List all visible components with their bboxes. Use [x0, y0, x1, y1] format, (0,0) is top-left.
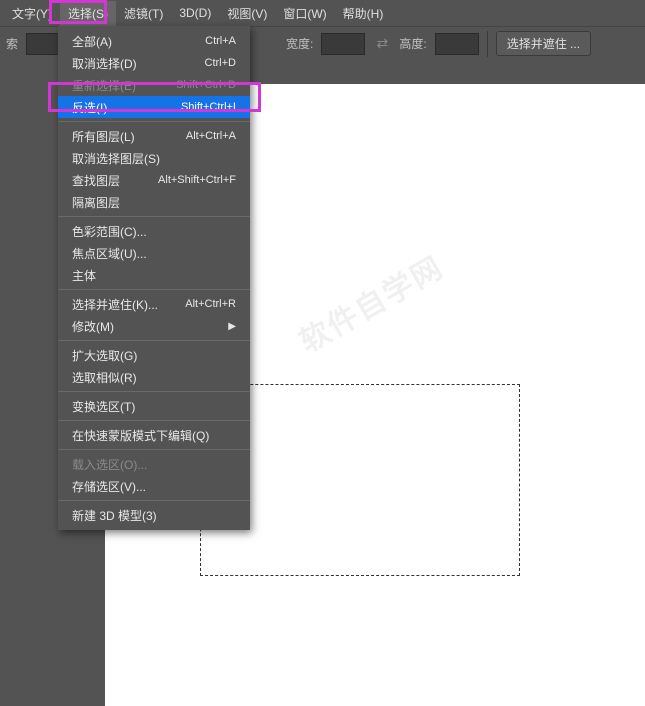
- menu-item: 重新选择(E) Shift+Ctrl+D: [58, 74, 250, 96]
- menu-item-shortcut: Ctrl+A: [205, 35, 236, 47]
- menu-item-label: 在快速蒙版模式下编辑(Q): [72, 427, 209, 444]
- menu-separator: [58, 340, 250, 341]
- menu-item-label: 反选(I): [72, 99, 107, 116]
- menu-item-label: 全部(A): [72, 33, 112, 50]
- height-input[interactable]: [435, 33, 479, 55]
- menu-filter[interactable]: 滤镜(T): [116, 1, 171, 26]
- menu-separator: [58, 449, 250, 450]
- menu-item-label: 焦点区域(U)...: [72, 245, 147, 262]
- menu-item-label: 色彩范围(C)...: [72, 223, 147, 240]
- select-and-mask-button[interactable]: 选择并遮住 ...: [496, 31, 591, 56]
- menu-item[interactable]: 扩大选取(G): [58, 344, 250, 366]
- menu-item: 载入选区(O)...: [58, 453, 250, 475]
- menu-item[interactable]: 取消选择(D) Ctrl+D: [58, 52, 250, 74]
- menu-item-label: 隔离图层: [72, 194, 120, 211]
- menu-item-shortcut: Alt+Shift+Ctrl+F: [158, 174, 236, 186]
- select-menu-dropdown: 全部(A) Ctrl+A 取消选择(D) Ctrl+D 重新选择(E) Shift+Ctr…: [58, 26, 250, 530]
- menu-help[interactable]: 帮助(H): [335, 1, 392, 26]
- menu-item[interactable]: 选择并遮住(K)... Alt+Ctrl+R: [58, 293, 250, 315]
- menu-separator: [58, 391, 250, 392]
- menu-item-label: 新建 3D 模型(3): [72, 507, 157, 524]
- menu-item[interactable]: 存储选区(V)...: [58, 475, 250, 497]
- menu-item-shortcut: Ctrl+D: [205, 57, 236, 69]
- menu-item-label: 变换选区(T): [72, 398, 135, 415]
- menu-3d[interactable]: 3D(D): [171, 2, 219, 24]
- menu-separator: [58, 420, 250, 421]
- menu-item-shortcut: Shift+Ctrl+D: [176, 79, 236, 91]
- menu-item[interactable]: 隔离图层: [58, 191, 250, 213]
- menu-item[interactable]: 取消选择图层(S): [58, 147, 250, 169]
- menu-item[interactable]: 在快速蒙版模式下编辑(Q): [58, 424, 250, 446]
- menu-item-shortcut: Alt+Ctrl+R: [185, 298, 236, 310]
- menu-item[interactable]: 选取相似(R): [58, 366, 250, 388]
- menu-separator: [58, 121, 250, 122]
- menu-item-label: 修改(M): [72, 318, 114, 335]
- width-label: 宽度:: [286, 35, 313, 52]
- swap-icon[interactable]: ⇄: [373, 35, 391, 52]
- menu-item[interactable]: 查找图层 Alt+Shift+Ctrl+F: [58, 169, 250, 191]
- menu-text[interactable]: 文字(Y): [4, 1, 60, 26]
- menu-item-label: 载入选区(O)...: [72, 456, 147, 473]
- menu-item[interactable]: 全部(A) Ctrl+A: [58, 30, 250, 52]
- menu-select[interactable]: 选择(S): [60, 1, 116, 26]
- menu-item-shortcut: Alt+Ctrl+A: [186, 130, 236, 142]
- menubar: 文字(Y) 选择(S) 滤镜(T) 3D(D) 视图(V) 窗口(W) 帮助(H…: [0, 0, 645, 26]
- submenu-arrow-icon: ▶: [228, 321, 236, 332]
- menu-window[interactable]: 窗口(W): [275, 1, 334, 26]
- menu-item-label: 取消选择(D): [72, 55, 137, 72]
- menu-item[interactable]: 反选(I) Shift+Ctrl+I: [58, 96, 250, 118]
- divider: [487, 31, 488, 57]
- menu-view[interactable]: 视图(V): [219, 1, 275, 26]
- menu-item[interactable]: 所有图层(L) Alt+Ctrl+A: [58, 125, 250, 147]
- menu-item-shortcut: Shift+Ctrl+I: [181, 101, 236, 113]
- menu-item[interactable]: 新建 3D 模型(3): [58, 504, 250, 526]
- menu-item[interactable]: 焦点区域(U)...: [58, 242, 250, 264]
- menu-item-label: 取消选择图层(S): [72, 150, 160, 167]
- search-label: 索: [6, 35, 18, 52]
- menu-item[interactable]: 主体: [58, 264, 250, 286]
- menu-item-label: 存储选区(V)...: [72, 478, 146, 495]
- menu-item-label: 主体: [72, 267, 96, 284]
- menu-item-label: 查找图层: [72, 172, 120, 189]
- menu-separator: [58, 216, 250, 217]
- menu-item-label: 扩大选取(G): [72, 347, 137, 364]
- menu-separator: [58, 500, 250, 501]
- menu-item-label: 所有图层(L): [72, 128, 135, 145]
- menu-item-label: 重新选择(E): [72, 77, 136, 94]
- menu-item[interactable]: 色彩范围(C)...: [58, 220, 250, 242]
- menu-separator: [58, 289, 250, 290]
- height-label: 高度:: [399, 35, 426, 52]
- width-input[interactable]: [321, 33, 365, 55]
- menu-item-label: 选取相似(R): [72, 369, 137, 386]
- menu-item[interactable]: 变换选区(T): [58, 395, 250, 417]
- menu-item-label: 选择并遮住(K)...: [72, 296, 158, 313]
- menu-item[interactable]: 修改(M) ▶: [58, 315, 250, 337]
